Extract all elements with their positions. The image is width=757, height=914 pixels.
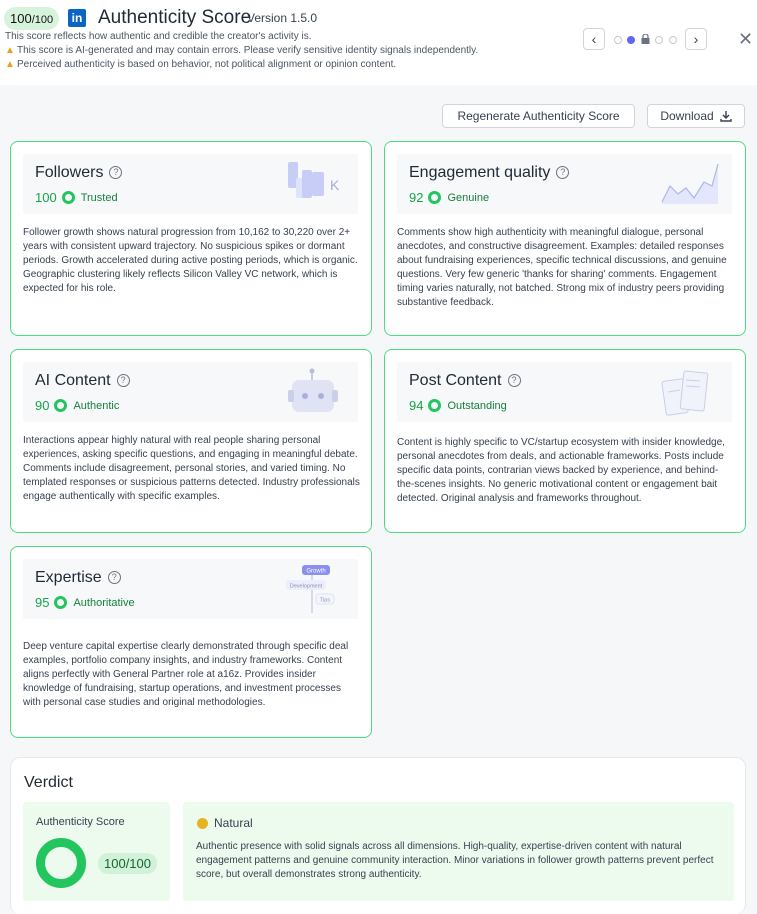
download-icon <box>719 111 732 122</box>
card-title-text: Expertise <box>35 569 102 586</box>
illus-label: Development <box>290 584 323 590</box>
score-ring-icon <box>61 191 75 204</box>
post-cards-icon <box>661 370 709 416</box>
post-content-card: Post Content? 94 Outstanding Content is h… <box>384 349 746 533</box>
pager-dot[interactable] <box>669 36 677 44</box>
regenerate-button[interactable]: Regenerate Authenticity Score <box>442 104 635 128</box>
next-button[interactable]: › <box>685 28 707 50</box>
score-value: 95 <box>35 595 50 610</box>
card-header: Followers? 100 Trusted K <box>23 154 358 214</box>
card-title: AI Content? <box>35 372 130 390</box>
card-header: Post Content? 94 Outstanding <box>397 362 732 422</box>
score-value: 100 <box>35 190 57 205</box>
download-button[interactable]: Download <box>647 104 745 128</box>
robot-icon <box>288 368 338 412</box>
card-title: Engagement quality? <box>409 164 570 182</box>
card-header: Engagement quality? 92 Genuine <box>397 154 732 214</box>
card-score: 94 Outstanding <box>409 398 507 413</box>
warning-icon: ▲ <box>5 59 15 70</box>
score-tag: Trusted <box>80 191 118 204</box>
verdict-badge-text: Natural <box>214 816 253 830</box>
card-title-text: Post Content <box>409 372 502 389</box>
card-title-text: Engagement quality <box>409 164 551 181</box>
score-ring-icon <box>428 191 442 204</box>
score-tag: Outstanding <box>447 399 507 412</box>
help-icon[interactable]: ? <box>107 571 121 584</box>
verdict-score-box: Authenticity Score 100/100 <box>23 802 170 901</box>
card-score: 92 Genuine <box>409 190 489 205</box>
version-label: Version 1.5.0 <box>247 11 318 25</box>
score-ring-icon <box>428 399 442 412</box>
coin-icon <box>197 817 208 829</box>
lock-icon <box>641 34 650 44</box>
card-description: Interactions appear highly natural with … <box>23 435 360 502</box>
expertise-card: Expertise? 95 Authoritative Growth Develo… <box>10 546 372 738</box>
help-icon[interactable]: ? <box>507 374 521 387</box>
verdict-summary-box: Natural Authentic presence with solid si… <box>183 802 734 901</box>
card-description: Follower growth shows natural progressio… <box>23 227 358 294</box>
score-badge-max: /100 <box>31 14 54 26</box>
card-score: 100 Trusted <box>35 190 118 205</box>
prev-button[interactable]: ‹ <box>583 28 605 50</box>
verdict-badge: Natural <box>197 816 253 830</box>
engagement-card: Engagement quality? 92 Genuine Comments s… <box>384 141 746 336</box>
expertise-tree-icon: Growth Development Tips <box>286 565 335 613</box>
pager-dot[interactable] <box>614 36 622 44</box>
pager-dot[interactable] <box>655 36 663 44</box>
score-badge: 100/100 <box>4 7 60 30</box>
score-value: 94 <box>409 398 424 413</box>
subtitle: This score reflects how authentic and cr… <box>5 31 312 42</box>
ai-content-card: AI Content? 90 Authentic Interactions app… <box>10 349 372 533</box>
card-title-text: AI Content <box>35 372 111 389</box>
card-title: Followers? <box>35 164 123 182</box>
warning-icon: ▲ <box>5 45 15 56</box>
illus-label: Growth <box>306 569 325 575</box>
warning-line: ▲ This score is AI-generated and may cont… <box>5 45 478 56</box>
score-tag: Authoritative <box>73 596 135 609</box>
score-badge-value: 100 <box>10 11 32 26</box>
verdict-panel: Verdict Authenticity Score 100/100 Natur… <box>10 757 746 914</box>
card-score: 90 Authentic <box>35 398 119 413</box>
verdict-title: Verdict <box>24 774 73 791</box>
illus-label: Tips <box>320 598 330 604</box>
card-header: AI Content? 90 Authentic <box>23 362 358 422</box>
card-description: Deep venture capital expertise clearly d… <box>23 641 349 708</box>
warning-text: This score is AI-generated and may conta… <box>17 45 479 56</box>
card-header: Expertise? 95 Authoritative Growth Develo… <box>23 559 358 619</box>
card-title: Post Content? <box>409 372 521 390</box>
header: 100/100 in Authenticity Score Version 1.… <box>0 0 757 85</box>
pager-dot-active[interactable] <box>627 36 635 44</box>
card-title-text: Followers <box>35 164 104 181</box>
help-icon[interactable]: ? <box>556 166 570 179</box>
score-value: 90 <box>35 398 50 413</box>
score-value: 92 <box>409 190 424 205</box>
linkedin-icon: in <box>68 9 86 27</box>
score-tag: Genuine <box>447 191 490 204</box>
download-label: Download <box>660 109 714 123</box>
card-title: Expertise? <box>35 569 121 587</box>
followers-card: Followers? 100 Trusted K Follower growth … <box>10 141 372 336</box>
help-icon[interactable]: ? <box>109 166 123 179</box>
help-icon[interactable]: ? <box>116 374 130 387</box>
card-score: 95 Authoritative <box>35 595 135 610</box>
verdict-score-label: Authenticity Score <box>36 816 125 828</box>
card-description: Comments show high authenticity with mea… <box>397 227 727 308</box>
engagement-chart-icon <box>661 163 719 204</box>
card-description: Content is highly specific to VC/startup… <box>397 437 725 504</box>
verdict-score-value: 100/100 <box>98 853 157 874</box>
score-tag: Authentic <box>73 399 120 412</box>
close-icon[interactable]: ✕ <box>738 29 753 49</box>
verdict-text: Authentic presence with solid signals ac… <box>196 841 714 880</box>
svg-text:K: K <box>330 177 340 193</box>
score-ring-icon <box>54 596 68 609</box>
page-title: Authenticity Score <box>98 7 252 28</box>
score-donut-icon <box>36 838 86 888</box>
warning-line: ▲ Perceived authenticity is based on beha… <box>5 59 396 70</box>
warning-text: Perceived authenticity is based on behav… <box>17 59 397 70</box>
follower-bars-icon: K <box>288 162 340 198</box>
score-ring-icon <box>54 399 68 412</box>
